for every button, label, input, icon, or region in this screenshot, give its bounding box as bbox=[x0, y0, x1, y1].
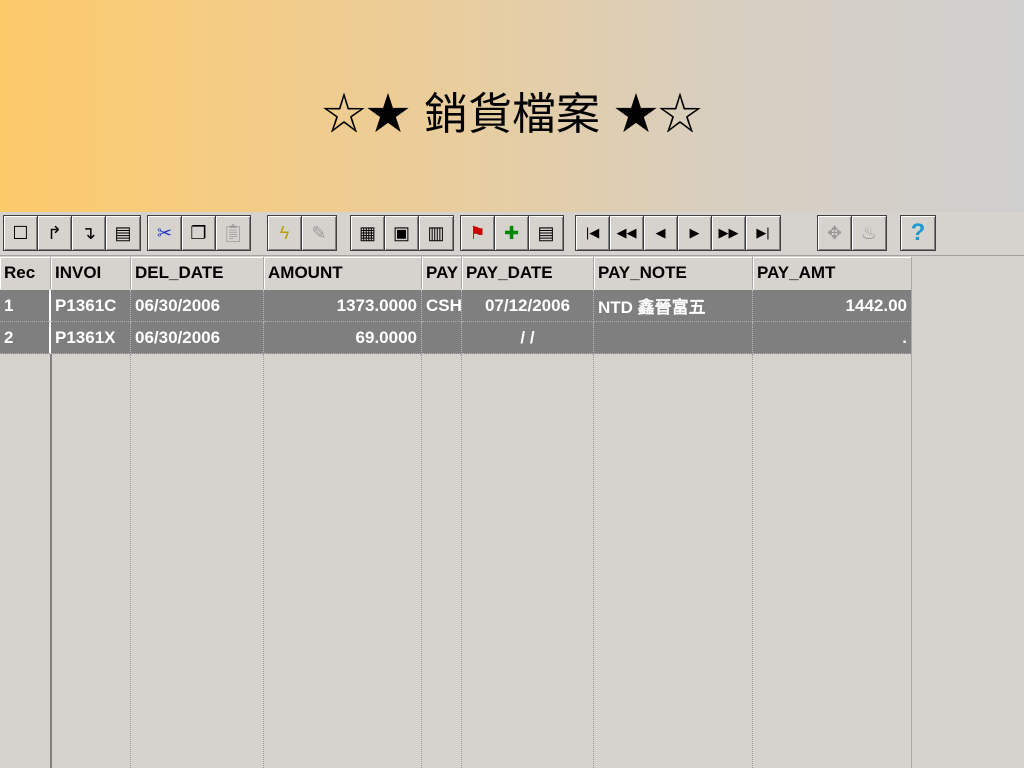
next-page-icon[interactable]: ▶▶ bbox=[712, 216, 746, 250]
prev-record-icon[interactable]: ◀ bbox=[644, 216, 678, 250]
column-header-pay[interactable]: PAY bbox=[422, 257, 462, 289]
slide-title: ☆★ 銷貨檔案 ★☆ bbox=[322, 89, 702, 140]
cell-amount[interactable]: 69.0000 bbox=[264, 322, 422, 354]
wizard-lamp-icon[interactable]: ♨ bbox=[852, 216, 886, 250]
new-icon[interactable]: ☐ bbox=[4, 216, 38, 250]
save-icon[interactable]: ↴ bbox=[72, 216, 106, 250]
cell-invoi[interactable]: P1361X bbox=[51, 322, 131, 354]
cell-pay-amt[interactable]: . bbox=[753, 322, 912, 354]
prev-page-icon[interactable]: ◀◀ bbox=[610, 216, 644, 250]
grid-line bbox=[461, 354, 462, 768]
edit-icon[interactable]: ▣ bbox=[385, 216, 419, 250]
toolbar: ☐ ↱ ↴ ▤ ✂ ❐ 📋︎ ϟ ✎ ▦ ▣ ▥ ⚑ ✚ ▤ |◀ ◀◀ ◀ ▶… bbox=[0, 212, 1024, 256]
record-number[interactable]: 2 bbox=[0, 322, 51, 354]
column-header-pay-date[interactable]: PAY_DATE bbox=[462, 257, 594, 289]
paste-icon[interactable]: 📋︎ bbox=[216, 216, 250, 250]
header-row: Rec INVOI DEL_DATE AMOUNT PAY PAY_DATE PAY_NOT… bbox=[0, 257, 912, 289]
filter-icon[interactable]: ⚑ bbox=[461, 216, 495, 250]
append-icon[interactable]: ✚ bbox=[495, 216, 529, 250]
browse-icon[interactable]: ▦ bbox=[351, 216, 385, 250]
copy-icon[interactable]: ❐ bbox=[182, 216, 216, 250]
grid-line bbox=[421, 354, 422, 768]
cell-amount[interactable]: 1373.0000 bbox=[264, 290, 422, 322]
design-icon[interactable]: ✎ bbox=[302, 216, 336, 250]
column-header-invoi[interactable]: INVOI bbox=[51, 257, 131, 289]
table-row[interactable]: 1 P1361C 06/30/2006 1373.0000 CSH 07/12/2006 N… bbox=[0, 290, 912, 322]
cell-invoi[interactable]: P1361C bbox=[51, 290, 131, 322]
column-header-amount[interactable]: AMOUNT bbox=[264, 257, 422, 289]
column-header-rec[interactable]: Rec bbox=[0, 257, 51, 289]
next-record-icon[interactable]: ▶ bbox=[678, 216, 712, 250]
cell-pay-note[interactable]: NTD 鑫晉富五 bbox=[594, 290, 753, 322]
cell-pay-amt[interactable]: 1442.00 bbox=[753, 290, 912, 322]
help-icon[interactable]: ? bbox=[901, 216, 935, 250]
cut-icon[interactable]: ✂ bbox=[148, 216, 182, 250]
column-header-pay-amt[interactable]: PAY_AMT bbox=[753, 257, 912, 289]
grid-line bbox=[50, 354, 52, 768]
cell-pay-date[interactable]: 07/12/2006 bbox=[462, 290, 594, 322]
navigator-icon[interactable]: ✥ bbox=[818, 216, 852, 250]
cell-pay[interactable]: CSH bbox=[422, 290, 462, 322]
print-icon[interactable]: ▤ bbox=[106, 216, 140, 250]
slide-header: ☆★ 銷貨檔案 ★☆ bbox=[0, 0, 1024, 212]
cell-del-date[interactable]: 06/30/2006 bbox=[131, 290, 264, 322]
cell-del-date[interactable]: 06/30/2006 bbox=[131, 322, 264, 354]
record-number[interactable]: 1 bbox=[0, 290, 51, 322]
first-record-icon[interactable]: |◀ bbox=[576, 216, 610, 250]
column-header-del-date[interactable]: DEL_DATE bbox=[131, 257, 264, 289]
grid-line bbox=[752, 354, 753, 768]
data-grid: Rec INVOI DEL_DATE AMOUNT PAY PAY_DATE PAY_NOT… bbox=[0, 257, 912, 768]
column-header-pay-note[interactable]: PAY_NOTE bbox=[594, 257, 753, 289]
cell-pay[interactable] bbox=[422, 322, 462, 354]
grid-line bbox=[911, 257, 912, 768]
layout-icon[interactable]: ▤ bbox=[529, 216, 563, 250]
grid-line bbox=[130, 354, 131, 768]
form-icon[interactable]: ▥ bbox=[419, 216, 453, 250]
table-row[interactable]: 2 P1361X 06/30/2006 69.0000 / /. bbox=[0, 322, 912, 354]
grid-line bbox=[263, 354, 264, 768]
last-record-icon[interactable]: ▶| bbox=[746, 216, 780, 250]
cell-pay-date[interactable]: / / bbox=[462, 322, 594, 354]
grid-line bbox=[593, 354, 594, 768]
open-icon[interactable]: ↱ bbox=[38, 216, 72, 250]
run-icon[interactable]: ϟ bbox=[268, 216, 302, 250]
cell-pay-note[interactable] bbox=[594, 322, 753, 354]
